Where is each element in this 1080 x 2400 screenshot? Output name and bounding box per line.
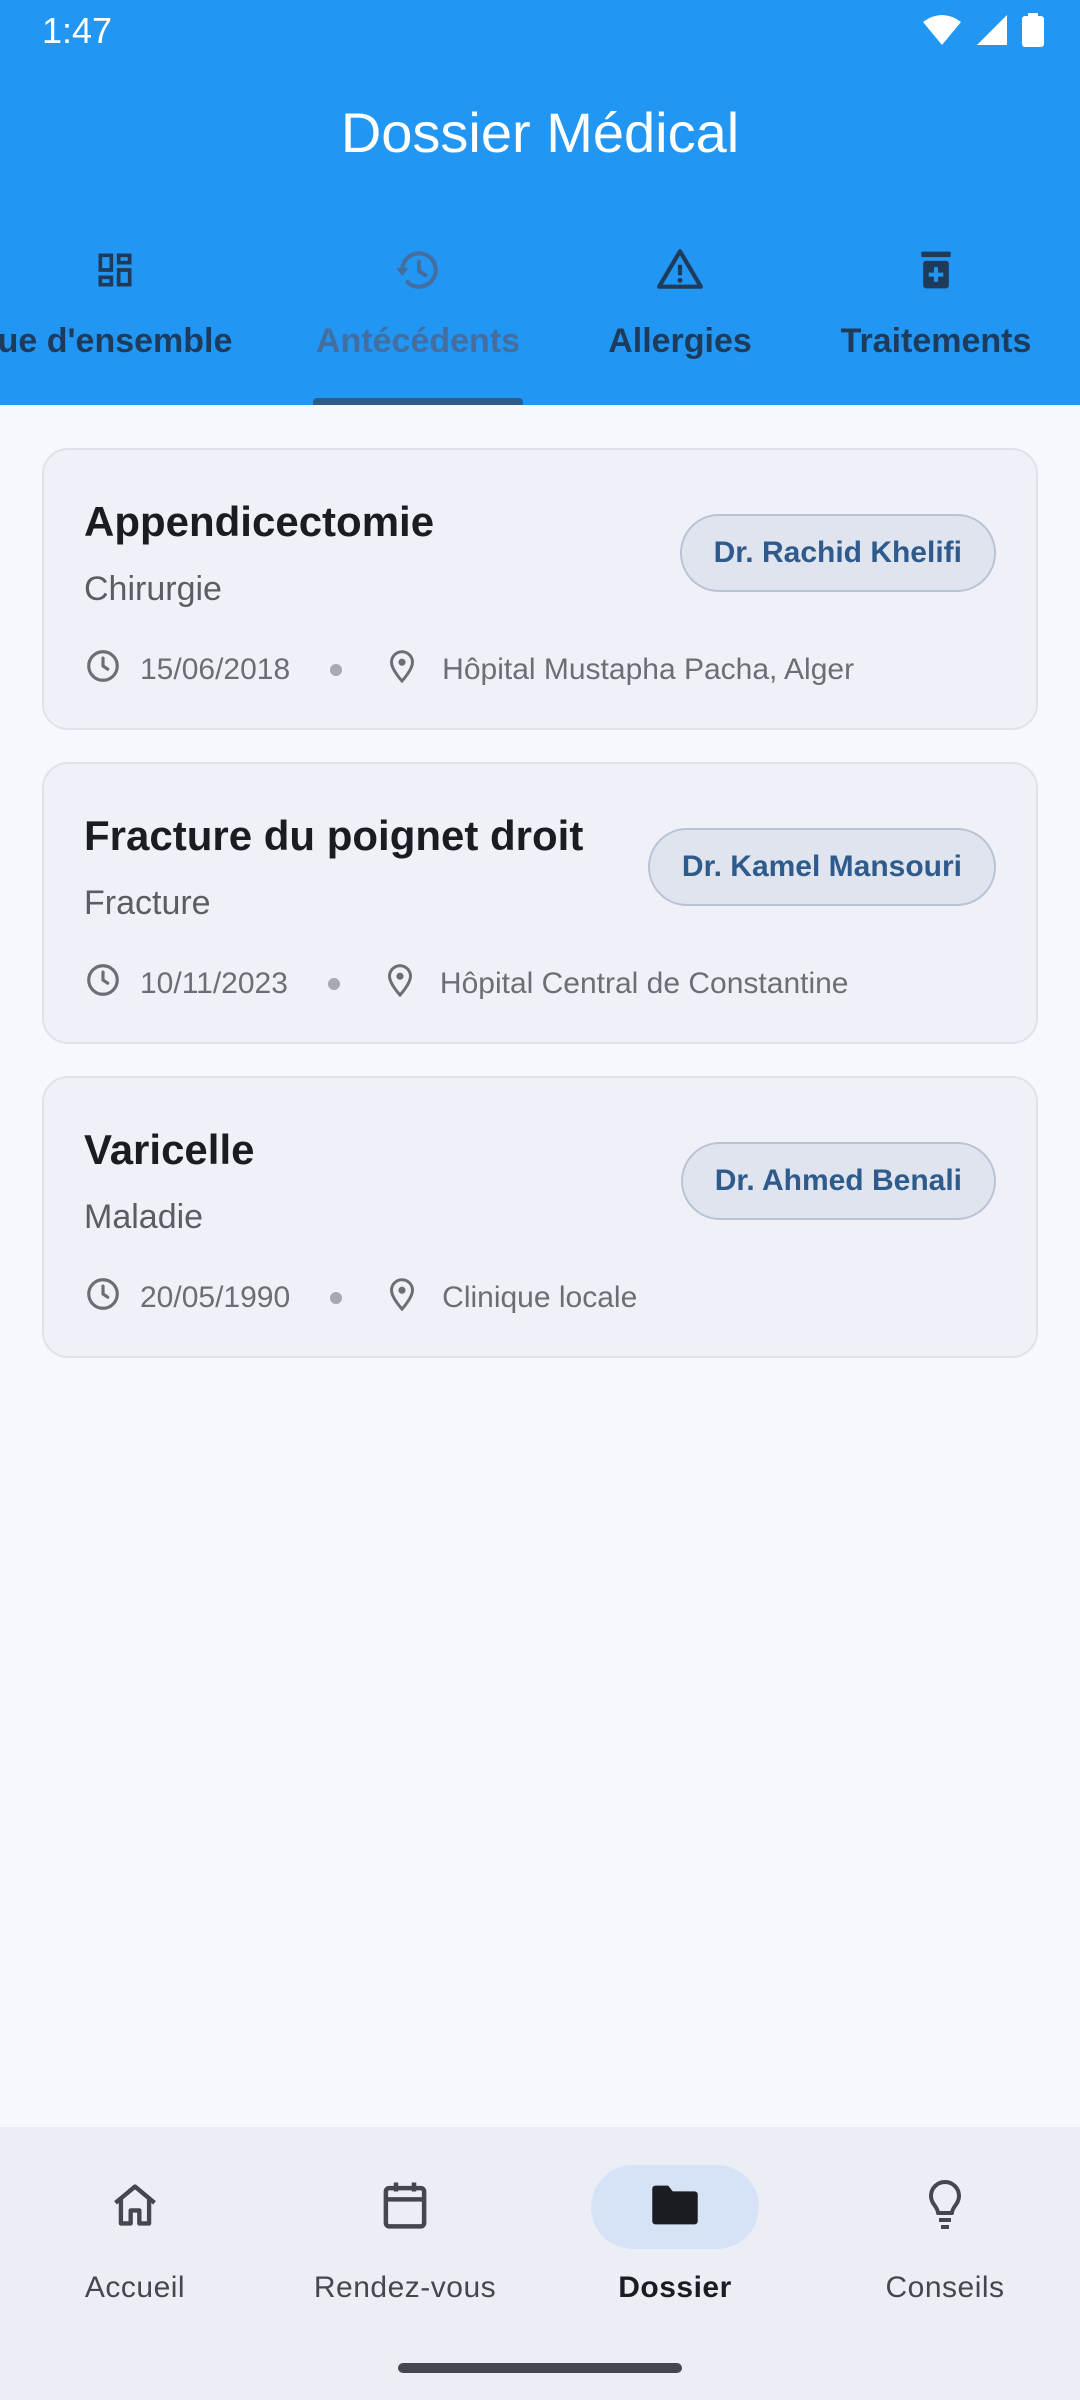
record-date: 10/11/2023 bbox=[140, 967, 288, 1000]
nav-home-indicator bbox=[51, 2165, 219, 2249]
tab-history-label: Antécédents bbox=[315, 322, 521, 360]
record-type: Chirurgie bbox=[84, 570, 222, 608]
record-date: 15/06/2018 bbox=[140, 653, 291, 686]
separator-dot bbox=[330, 1292, 343, 1304]
clock-icon bbox=[84, 1275, 122, 1321]
location-pin-icon bbox=[382, 961, 418, 1007]
location-pin-icon bbox=[384, 1275, 420, 1321]
nav-tips-label: Conseils bbox=[885, 2271, 1005, 2304]
record-meta: 10/11/2023 Hôpital Central de Constantin… bbox=[84, 964, 849, 1004]
nav-appointments[interactable]: Rendez-vous bbox=[270, 2165, 540, 2305]
separator-dot bbox=[330, 664, 343, 676]
record-place: Hôpital Central de Constantine bbox=[439, 967, 849, 1000]
status-bar: 1:47 bbox=[0, 0, 1080, 60]
cellular-signal-icon bbox=[976, 14, 1008, 46]
doctor-chip[interactable]: Dr. Kamel Mansouri bbox=[647, 828, 996, 906]
record-title: Fracture du poignet droit bbox=[84, 812, 584, 859]
tab-history[interactable]: Antécédents bbox=[283, 240, 553, 405]
medication-icon bbox=[914, 240, 958, 300]
lightbulb-icon bbox=[921, 2176, 969, 2239]
nav-record-indicator bbox=[591, 2165, 759, 2249]
active-tab-indicator bbox=[313, 398, 523, 405]
record-meta: 15/06/2018 Hôpital Mustapha Pacha, Alger bbox=[84, 650, 854, 690]
history-card[interactable]: Varicelle Maladie Dr. Ahmed Benali 20/05… bbox=[42, 1076, 1038, 1358]
home-icon bbox=[109, 2179, 161, 2236]
record-date: 20/05/1990 bbox=[140, 1281, 291, 1314]
history-icon bbox=[393, 240, 443, 300]
nav-record-label: Dossier bbox=[618, 2271, 732, 2304]
separator-dot bbox=[327, 978, 340, 990]
folder-icon bbox=[647, 2180, 703, 2235]
tab-allergies-label: Allergies bbox=[608, 322, 752, 360]
record-type: Fracture bbox=[84, 884, 211, 922]
record-place: Hôpital Mustapha Pacha, Alger bbox=[442, 653, 855, 686]
location-pin-icon bbox=[384, 647, 420, 693]
nav-appointments-label: Rendez-vous bbox=[313, 2271, 497, 2304]
nav-tips[interactable]: Conseils bbox=[810, 2165, 1080, 2305]
tab-overview[interactable]: ue d'ensemble bbox=[0, 240, 260, 405]
bottom-navigation: Accueil Rendez-vous Dossier Conseils bbox=[0, 2127, 1080, 2400]
record-title: Varicelle bbox=[84, 1126, 255, 1173]
gesture-home-bar[interactable] bbox=[398, 2363, 682, 2373]
nav-record[interactable]: Dossier bbox=[540, 2165, 810, 2305]
record-title: Appendicectomie bbox=[84, 498, 435, 545]
page-title: Dossier Médical bbox=[340, 101, 740, 164]
dashboard-icon bbox=[93, 240, 137, 300]
tab-overview-label: ue d'ensemble bbox=[0, 322, 233, 360]
nav-tips-indicator bbox=[861, 2165, 1029, 2249]
nav-home[interactable]: Accueil bbox=[0, 2165, 270, 2305]
tab-bar: ue d'ensemble Antécédents Allergies Trai… bbox=[0, 240, 1080, 405]
battery-icon bbox=[1022, 13, 1044, 47]
status-icons bbox=[922, 12, 1044, 48]
status-time: 1:47 bbox=[42, 10, 113, 51]
calendar-icon bbox=[378, 2176, 432, 2239]
nav-home-label: Accueil bbox=[84, 2271, 186, 2304]
clock-icon bbox=[84, 647, 122, 693]
nav-appointments-indicator bbox=[321, 2165, 489, 2249]
doctor-chip[interactable]: Dr. Rachid Khelifi bbox=[679, 514, 996, 592]
tab-treatments[interactable]: Traitements bbox=[806, 240, 1066, 405]
record-meta: 20/05/1990 Clinique locale bbox=[84, 1278, 637, 1318]
record-type: Maladie bbox=[84, 1198, 204, 1236]
warning-icon bbox=[655, 240, 705, 300]
history-card[interactable]: Fracture du poignet droit Fracture Dr. K… bbox=[42, 762, 1038, 1044]
history-card[interactable]: Appendicectomie Chirurgie Dr. Rachid Khe… bbox=[42, 448, 1038, 730]
record-place: Clinique locale bbox=[442, 1281, 638, 1314]
wifi-icon bbox=[922, 14, 962, 46]
app-bar: 1:47 Dossier Médical ue d'ensemble Antéc… bbox=[0, 0, 1080, 405]
clock-icon bbox=[84, 961, 122, 1007]
doctor-chip[interactable]: Dr. Ahmed Benali bbox=[680, 1142, 996, 1220]
tab-treatments-label: Traitements bbox=[840, 322, 1032, 360]
history-list: Appendicectomie Chirurgie Dr. Rachid Khe… bbox=[42, 448, 1038, 1390]
tab-allergies[interactable]: Allergies bbox=[560, 240, 800, 405]
